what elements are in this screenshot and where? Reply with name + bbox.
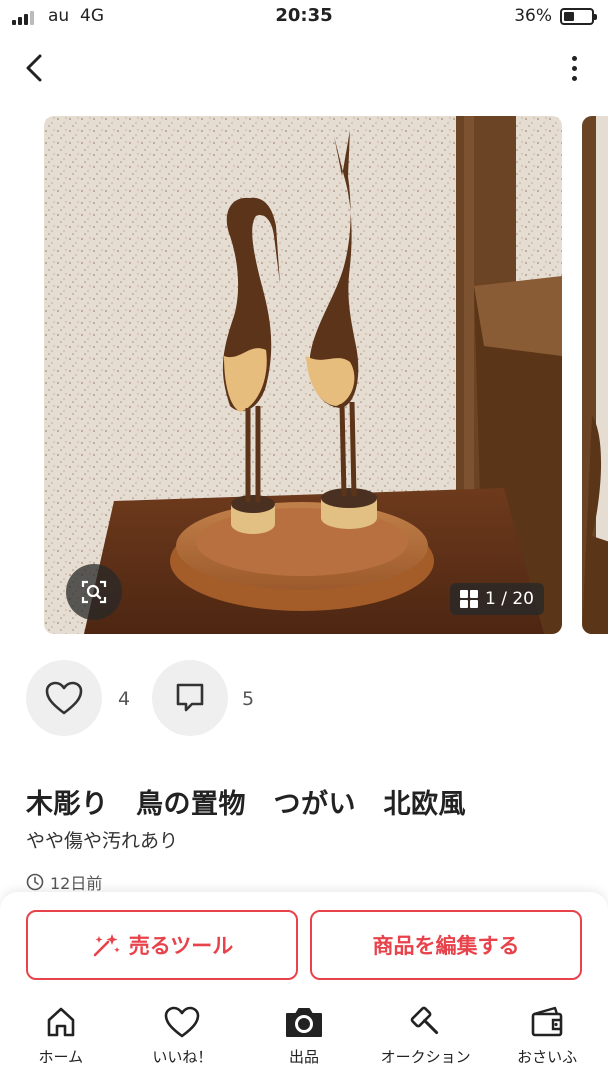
photo-counter: 1 / 20 (450, 583, 544, 615)
edit-item-button[interactable]: 商品を編集する (310, 910, 582, 980)
chevron-left-icon (26, 54, 42, 82)
tab-likes[interactable]: いいね！ (122, 1002, 244, 1080)
vertical-dots-icon (571, 55, 577, 61)
camera-icon (285, 1008, 322, 1037)
photo-counter-label: 1 / 20 (485, 589, 534, 609)
back-button[interactable] (14, 48, 54, 88)
tab-home-label: ホーム (38, 1048, 84, 1066)
item-condition: やや傷や汚れあり (26, 830, 179, 852)
image-search-icon (81, 580, 107, 604)
tab-auction[interactable]: オークション (365, 1002, 487, 1080)
like-button[interactable] (26, 660, 102, 736)
item-photo[interactable]: 1 / 20 (44, 116, 562, 634)
grid-icon (460, 590, 479, 608)
wallet-icon (531, 1006, 563, 1037)
more-options-button[interactable] (564, 52, 584, 84)
battery-icon (560, 8, 597, 25)
home-icon (47, 1007, 75, 1037)
next-photo-preview[interactable] (582, 116, 608, 634)
posted-time: 12日前 (26, 870, 102, 894)
clock-icon (26, 873, 44, 891)
tab-auction-label: オークション (380, 1048, 471, 1066)
gavel-icon (410, 1006, 438, 1035)
edit-item-label: 商品を編集する (372, 934, 520, 958)
tab-wallet-label: おさいふ (517, 1048, 578, 1066)
heart-icon (165, 1006, 200, 1038)
comment-count: 5 (242, 688, 255, 710)
bottom-tab-bar: ホーム いいね！ 出品 オークション おさいふ (0, 1002, 608, 1080)
image-search-button[interactable] (66, 564, 122, 620)
comment-button[interactable] (152, 660, 228, 736)
tab-wallet[interactable]: おさいふ (486, 1002, 608, 1080)
tab-likes-label: いいね！ (152, 1048, 213, 1066)
item-title: 木彫り 鳥の置物 つがい 北欧風 (26, 789, 466, 820)
posted-time-label: 12日前 (50, 874, 103, 893)
sell-tool-label: 売るツール (128, 934, 234, 958)
sell-tool-button[interactable]: 売るツール (26, 910, 298, 980)
action-sheet: 売るツール 商品を編集する ホーム いいね！ 出品 オークション おさいふ (0, 892, 608, 1080)
like-count: 4 (118, 688, 131, 710)
heart-icon (45, 681, 83, 715)
status-bar: au 4G 20:35 36% (0, 0, 608, 34)
tab-sell-label: 出品 (288, 1048, 319, 1066)
comment-icon (176, 683, 204, 712)
image-carousel[interactable]: 1 / 20 (0, 116, 608, 636)
battery-percent: 36% (514, 6, 552, 26)
tab-home[interactable]: ホーム (0, 1002, 122, 1080)
tab-sell[interactable]: 出品 (243, 1002, 365, 1080)
magic-wand-icon (93, 934, 120, 957)
item-photo-illustration (44, 116, 562, 634)
